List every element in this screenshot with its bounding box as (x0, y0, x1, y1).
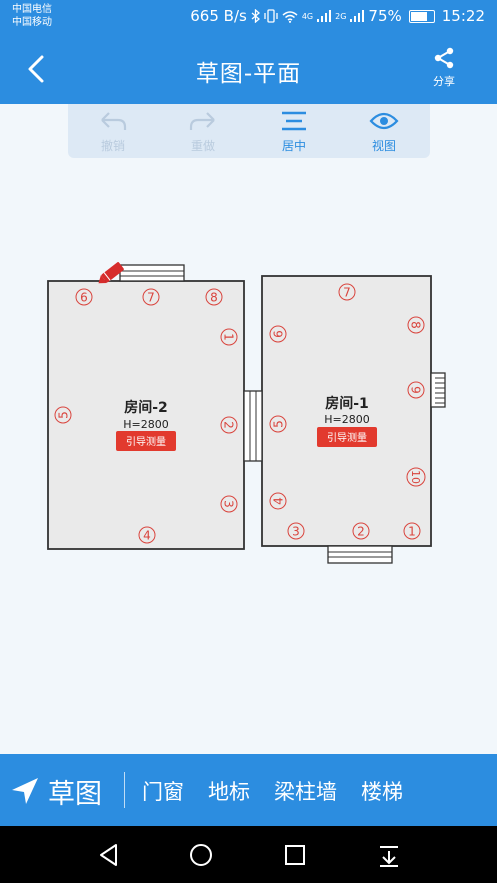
eye-icon (369, 112, 399, 130)
tab-landmarks[interactable]: 地标 (208, 776, 250, 806)
svg-text:10: 10 (409, 470, 422, 484)
tab-doors-windows[interactable]: 门窗 (142, 776, 184, 806)
divider (124, 772, 125, 808)
svg-text:8: 8 (409, 321, 423, 329)
redo-label: 重做 (190, 139, 215, 153)
center-label: 居中 (281, 139, 306, 153)
view-button[interactable]: 视图 (356, 110, 412, 154)
signal-icon (317, 10, 332, 22)
battery-icon (408, 9, 435, 23)
svg-text:2: 2 (357, 525, 365, 539)
undo-icon (101, 112, 127, 130)
svg-text:3: 3 (222, 500, 236, 508)
room-1-height: H=2800 (324, 413, 369, 426)
navigation-arrow-icon[interactable] (10, 776, 40, 806)
room-2-guided-measure-button[interactable]: 引导测量 (116, 431, 176, 451)
status-bar: 中国电信 中国移动 665 B/s 4G 2G 75% 15:22 (0, 0, 497, 32)
sketch-tab[interactable]: 草图 (48, 772, 102, 811)
svg-text:6: 6 (272, 330, 286, 338)
room-2-name: 房间-2 (124, 399, 168, 416)
tab-beams-columns-walls[interactable]: 梁柱墙 (274, 776, 337, 806)
vibrate-icon (264, 9, 278, 23)
undo-button[interactable]: 撤销 (85, 110, 141, 154)
room-1-guided-measure-button[interactable]: 引导测量 (317, 427, 377, 447)
redo-button[interactable]: 重做 (175, 110, 231, 154)
svg-text:6: 6 (80, 291, 88, 305)
wifi-icon (282, 10, 298, 23)
page-title: 草图-平面 (195, 61, 302, 87)
share-button[interactable]: 分享 (429, 46, 459, 89)
battery-percent: 75% (368, 7, 402, 25)
network-type-1: 4G (301, 11, 314, 21)
app-header: 草图-平面 分享 (0, 32, 497, 104)
tab-stairs[interactable]: 楼梯 (361, 776, 403, 806)
share-icon (434, 47, 454, 69)
svg-text:8: 8 (210, 291, 218, 305)
home-circle-icon[interactable] (186, 840, 216, 870)
svg-text:7: 7 (147, 291, 155, 305)
system-nav-bar (0, 826, 497, 883)
carrier-2: 中国移动 (12, 17, 52, 28)
svg-text:5: 5 (272, 420, 286, 428)
svg-text:4: 4 (272, 497, 286, 505)
svg-text:2: 2 (222, 421, 236, 429)
svg-text:7: 7 (343, 286, 351, 300)
back-triangle-icon[interactable] (94, 840, 124, 870)
svg-text:3: 3 (292, 525, 300, 539)
redo-icon (189, 112, 215, 130)
bottom-toolbar: 草图 门窗 地标 梁柱墙 楼梯 (0, 754, 497, 826)
svg-text:引导测量: 引导测量 (327, 431, 367, 444)
view-label: 视图 (371, 139, 396, 153)
status-right: 665 B/s 4G 2G 75% 15:22 (190, 7, 485, 25)
notification-pulldown-icon[interactable] (374, 840, 404, 870)
window-bottom-room-1[interactable] (327, 545, 393, 564)
align-center-icon (282, 111, 306, 131)
room-2-height: H=2800 (123, 418, 168, 431)
clock: 15:22 (441, 7, 485, 25)
svg-text:9: 9 (409, 386, 423, 394)
network-type-2: 2G (335, 11, 347, 21)
network-speed: 665 B/s (190, 7, 247, 25)
svg-text:5: 5 (57, 411, 71, 419)
share-label: 分享 (433, 75, 455, 88)
recents-square-icon[interactable] (280, 840, 310, 870)
svg-text:引导测量: 引导测量 (126, 435, 166, 448)
signal-icon (350, 10, 365, 22)
carrier-1: 中国电信 (12, 4, 52, 15)
stairs-marker[interactable] (430, 372, 446, 408)
svg-text:4: 4 (143, 529, 151, 543)
window-top-room-2[interactable] (119, 264, 185, 282)
room-1-name: 房间-1 (325, 395, 369, 412)
room-1-marker-10[interactable]: 10 (406, 467, 426, 487)
svg-text:1: 1 (408, 525, 416, 539)
carrier-info: 中国电信 中国移动 (12, 3, 52, 29)
center-button[interactable]: 居中 (266, 110, 322, 154)
floorplan-canvas[interactable]: 6 7 8 1 2 3 4 5 7 8 9 10 6 5 4 3 2 1 房间-… (0, 158, 497, 754)
svg-text:1: 1 (222, 333, 236, 341)
undo-label: 撤销 (100, 139, 125, 153)
opening-between-rooms[interactable] (243, 390, 263, 462)
toolbar: 撤销 重做 居中 视图 (68, 104, 430, 158)
bluetooth-icon (251, 9, 260, 23)
